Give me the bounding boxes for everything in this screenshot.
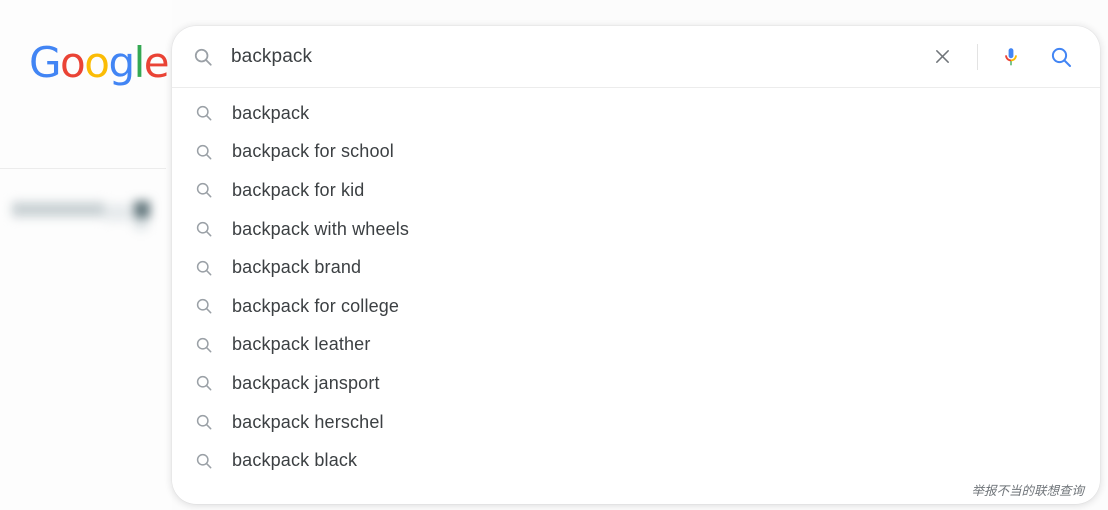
suggestion-label: backpack jansport <box>232 372 380 393</box>
suggestion-row[interactable]: backpack herschel <box>172 403 1100 442</box>
suggestion-row[interactable]: backpack for kid <box>172 171 1100 210</box>
suggestion-row[interactable]: backpack jansport <box>172 364 1100 403</box>
logo-letter-o1: o <box>60 38 86 87</box>
search-input[interactable] <box>231 45 925 68</box>
suggestion-label: backpack for kid <box>232 179 365 200</box>
logo-letter-g2: g <box>108 38 135 87</box>
suggestion-row[interactable]: backpack for college <box>172 287 1100 326</box>
search-icon <box>194 451 214 471</box>
suggestion-row[interactable]: backpack with wheels <box>172 210 1100 249</box>
microphone-icon[interactable] <box>994 40 1028 74</box>
suggestions-list: backpack backpack for school backpack for … <box>172 88 1100 480</box>
search-icon <box>194 219 214 239</box>
search-submit-button[interactable] <box>1044 40 1078 74</box>
suggestion-label: backpack herschel <box>232 411 384 432</box>
suggestion-label: backpack for college <box>232 295 400 316</box>
search-icon <box>194 412 214 432</box>
actions-divider <box>977 43 978 70</box>
search-icon <box>194 373 214 393</box>
suggestion-label: backpack black <box>232 450 358 471</box>
blurred-content-placeholder <box>12 198 154 232</box>
clear-search-button[interactable] <box>925 40 959 74</box>
suggestion-label: backpack for school <box>232 141 394 162</box>
suggestion-row[interactable]: backpack black <box>172 441 1100 480</box>
search-icon <box>194 296 214 316</box>
logo-letter-g1: G <box>29 38 62 87</box>
horizontal-divider <box>0 168 166 169</box>
search-icon <box>192 46 214 68</box>
logo-letter-e: e <box>143 38 170 87</box>
search-icon <box>194 258 214 278</box>
search-icon <box>194 142 214 162</box>
search-bar[interactable] <box>172 26 1100 88</box>
search-icon <box>194 180 214 200</box>
search-suggestions-panel: backpack backpack for school backpack for … <box>172 26 1100 504</box>
suggestion-label: backpack leather <box>232 334 371 355</box>
search-icon <box>194 103 214 123</box>
suggestion-row[interactable]: backpack for school <box>172 133 1100 172</box>
google-logo: Google <box>29 38 170 87</box>
suggestion-row[interactable]: backpack brand <box>172 248 1100 287</box>
logo-letter-o2: o <box>84 38 110 87</box>
suggestion-row[interactable]: backpack leather <box>172 326 1100 365</box>
suggestion-label: backpack with wheels <box>232 218 410 239</box>
search-icon <box>194 335 214 355</box>
search-actions <box>925 26 1100 87</box>
suggestion-label: backpack brand <box>232 257 362 278</box>
search-input-wrapper <box>231 45 925 68</box>
logo-letter-l: l <box>133 38 146 87</box>
suggestion-row[interactable]: backpack <box>172 94 1100 133</box>
suggestion-label: backpack <box>232 102 310 123</box>
report-inappropriate-predictions-link[interactable]: 举报不当的联想查询 <box>971 480 1084 499</box>
